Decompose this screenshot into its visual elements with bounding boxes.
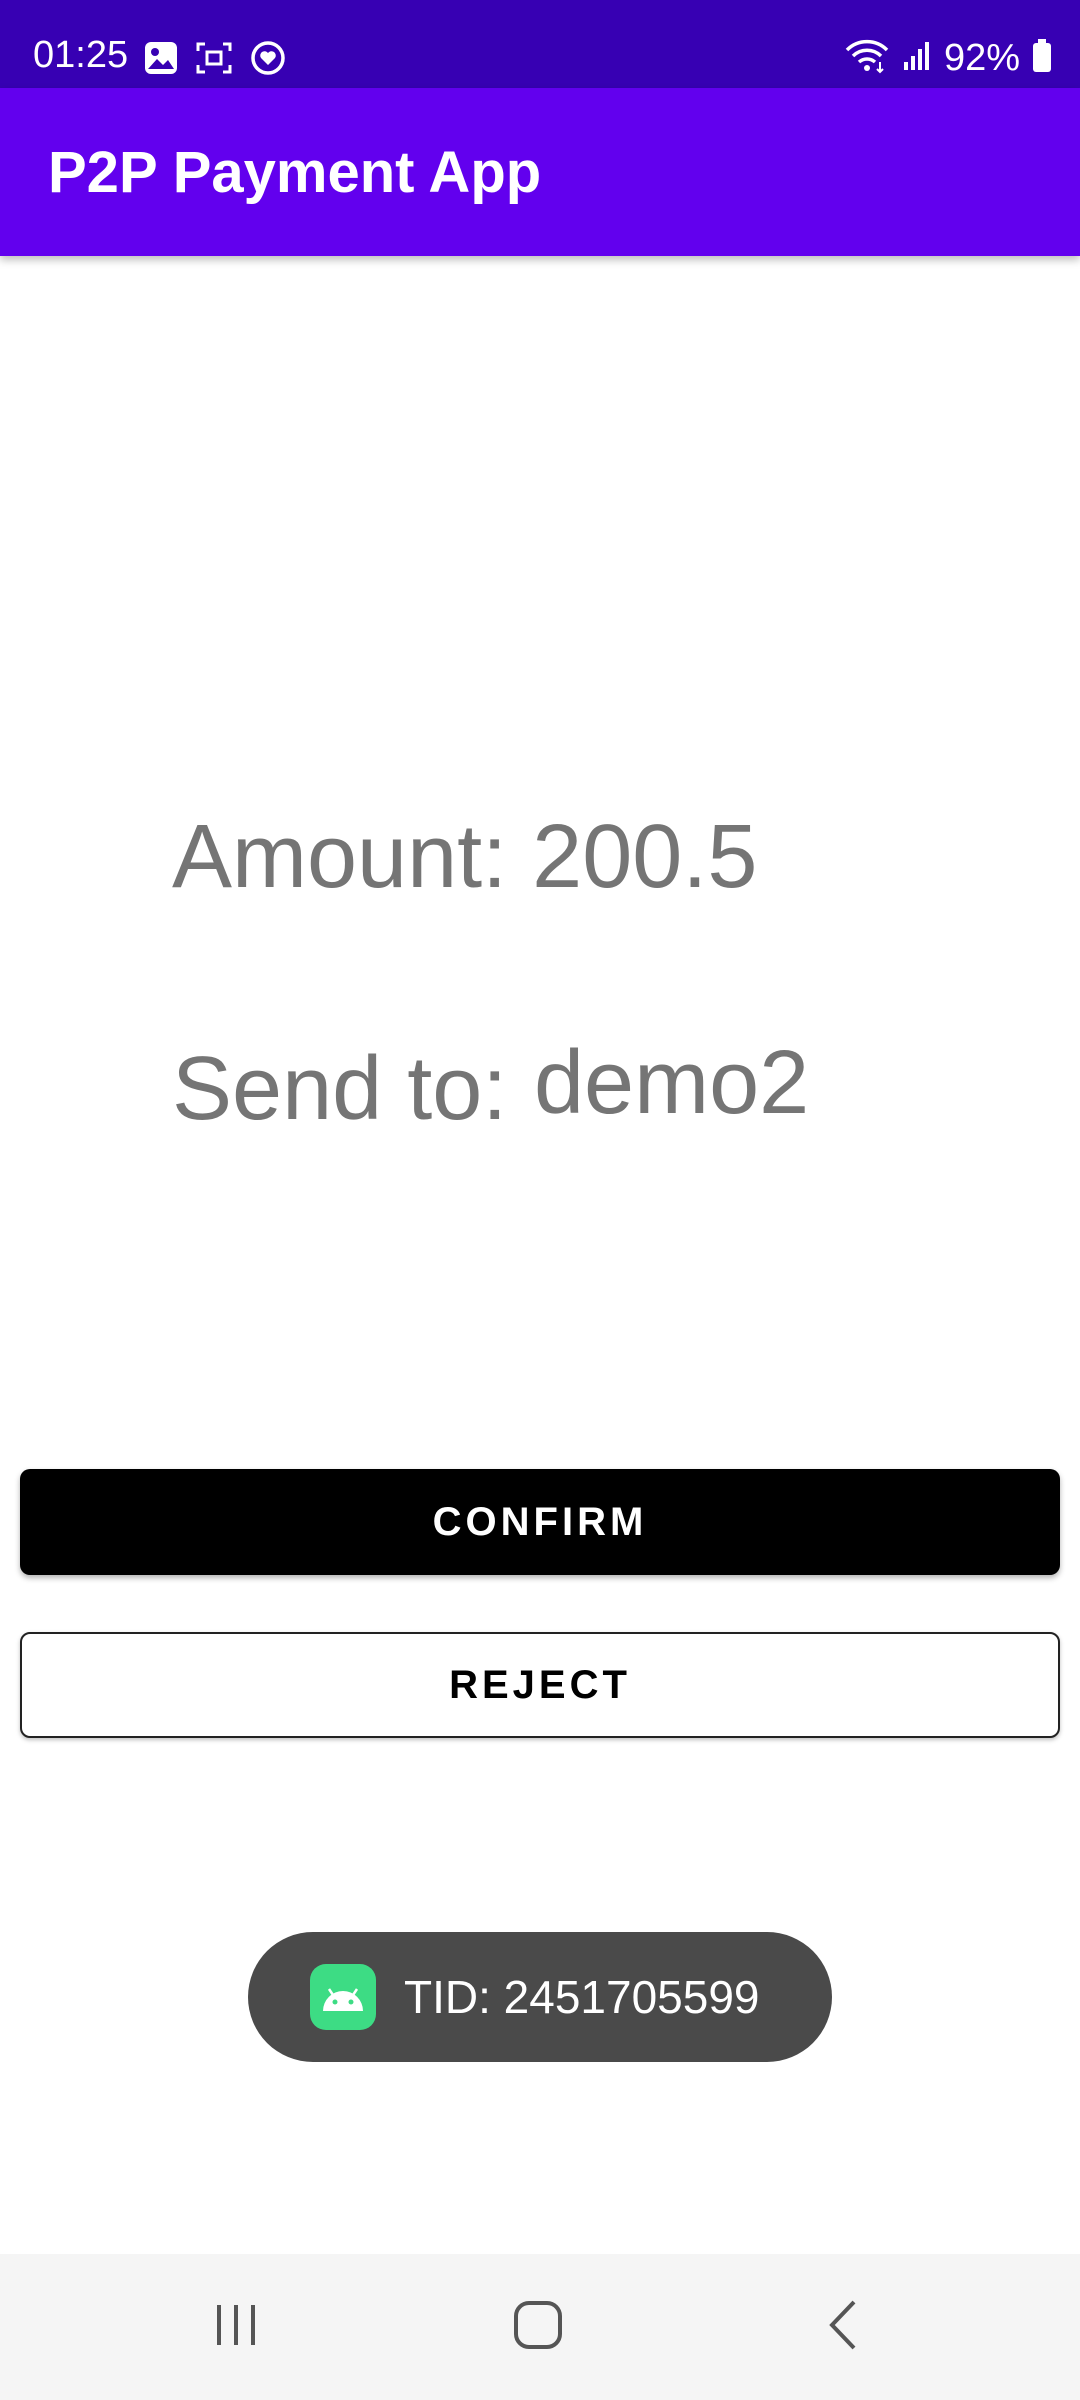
signal-icon bbox=[902, 40, 932, 76]
status-time: 01:25 bbox=[33, 34, 129, 76]
recents-icon bbox=[213, 2302, 259, 2352]
status-icons-right: 92% bbox=[844, 38, 1052, 78]
confirm-button[interactable]: CONFIRM bbox=[20, 1469, 1060, 1575]
home-icon bbox=[513, 2300, 563, 2354]
status-icons-left bbox=[144, 40, 286, 80]
recents-button[interactable] bbox=[166, 2254, 306, 2400]
battery-icon bbox=[1032, 39, 1052, 77]
status-bar: 01:25 92% bbox=[0, 0, 1080, 88]
back-icon bbox=[826, 2299, 858, 2355]
reject-button[interactable]: REJECT bbox=[20, 1632, 1060, 1738]
health-icon bbox=[250, 40, 286, 80]
wifi-icon bbox=[844, 38, 890, 78]
navigation-bar bbox=[0, 2254, 1080, 2400]
send-to-label: Send to: bbox=[172, 1039, 508, 1139]
home-button[interactable] bbox=[468, 2254, 608, 2400]
toast-message: TID: 2451705599 bbox=[248, 1932, 832, 2062]
send-to-value: demo2 bbox=[534, 1033, 810, 1133]
back-button[interactable] bbox=[772, 2254, 912, 2400]
battery-percentage: 92% bbox=[943, 37, 1020, 79]
app-title: P2P Payment App bbox=[48, 139, 542, 205]
toast-text: TID: 2451705599 bbox=[404, 1971, 760, 2023]
screenshot-icon bbox=[196, 41, 232, 79]
android-icon bbox=[310, 1964, 376, 2030]
amount-text: Amount: 200.5 bbox=[172, 807, 758, 907]
screen: 01:25 92% P2P Payment App Amount: 200.5 … bbox=[0, 0, 1080, 2400]
app-bar: P2P Payment App bbox=[0, 88, 1080, 256]
image-icon bbox=[144, 41, 178, 79]
